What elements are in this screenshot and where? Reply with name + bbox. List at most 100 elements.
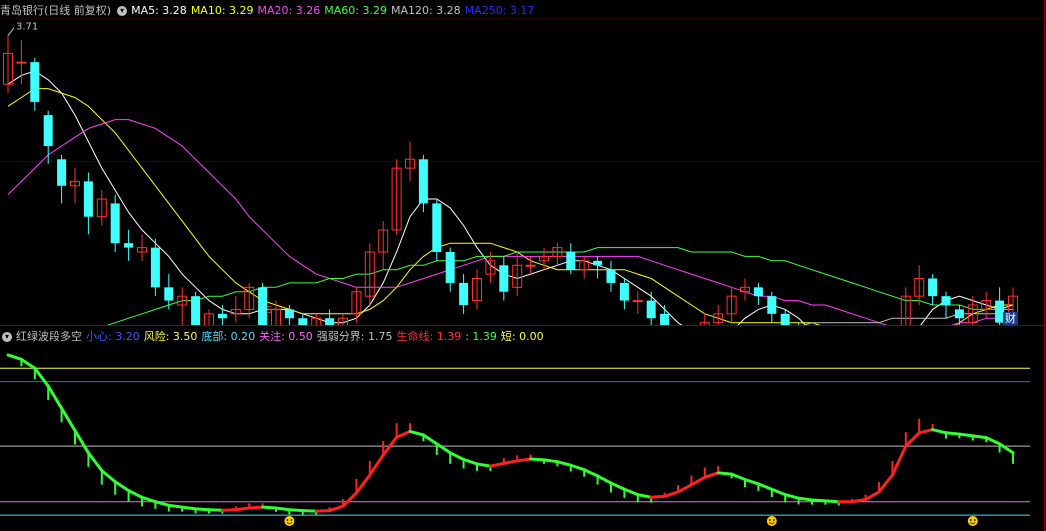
wave-segment — [140, 495, 157, 504]
wave-segment — [716, 471, 734, 476]
wave-segment — [6, 353, 23, 361]
wave-segment — [46, 384, 64, 410]
candle-body-down — [418, 159, 428, 204]
s-mark: S — [266, 305, 273, 316]
ma-line-ma10 — [7, 88, 1013, 325]
candle — [753, 282, 763, 305]
wave-segment — [890, 444, 908, 477]
wave-segment — [743, 478, 760, 486]
smiley-icon — [284, 516, 295, 526]
candle-body-down — [606, 269, 616, 283]
wave-segment — [502, 459, 519, 465]
candle-body-down — [217, 313, 227, 319]
wave-segment — [864, 490, 881, 502]
candle — [30, 57, 40, 111]
wave-segment — [153, 500, 171, 507]
candle — [660, 305, 670, 325]
candle — [70, 168, 80, 204]
candle — [338, 313, 348, 325]
wave-segment — [73, 429, 90, 455]
wave-segment — [247, 505, 265, 510]
candle — [3, 35, 13, 94]
candle — [593, 256, 603, 279]
wave-segment — [354, 473, 372, 495]
wave-segment — [261, 505, 278, 510]
smiley-face — [967, 516, 978, 526]
candle-body-down — [325, 318, 335, 325]
candle — [954, 305, 964, 325]
candle — [378, 221, 389, 270]
candle — [499, 256, 509, 301]
wave-segment — [783, 493, 801, 500]
wave-segment — [194, 507, 211, 512]
candle — [258, 282, 268, 325]
wave-segment — [515, 457, 533, 463]
indicator-chart[interactable] — [0, 326, 1046, 531]
high-price-label: 3.71 — [16, 22, 38, 33]
wave-segment — [609, 481, 626, 491]
candle — [445, 247, 455, 292]
smiley-eye — [290, 519, 293, 521]
smiley-eye — [286, 519, 289, 521]
candle — [512, 252, 523, 297]
wave-segment — [341, 491, 358, 508]
candle — [928, 274, 938, 305]
candle — [941, 291, 951, 319]
smiley-eye — [772, 519, 775, 521]
wave-segment — [60, 406, 77, 433]
smiley-eye — [973, 519, 976, 521]
candle-body-down — [124, 243, 134, 248]
wave-segment — [435, 442, 452, 455]
candle-body-down — [43, 115, 53, 147]
wave-segment — [274, 506, 291, 512]
candle — [191, 291, 201, 325]
ma-line-ma120 — [803, 313, 1013, 325]
wave-segment — [877, 473, 894, 494]
ma-line-ma20 — [7, 119, 1013, 325]
candle-body-down — [150, 247, 160, 288]
candle-body-down — [83, 181, 93, 217]
wave-segment — [770, 487, 787, 497]
candle — [391, 159, 402, 235]
wave-segment — [636, 493, 653, 499]
candle-body-down — [566, 252, 576, 270]
candle — [566, 243, 576, 275]
candle — [767, 291, 777, 323]
candle-body-down — [954, 309, 964, 319]
candle-body-down — [646, 300, 656, 319]
wave-segment — [931, 428, 948, 435]
wave-segment — [676, 483, 693, 494]
finance-badge[interactable]: 财 — [1003, 312, 1018, 325]
candle-body-down — [753, 287, 763, 297]
price-chart[interactable]: 3.713.19 — [0, 0, 1046, 325]
smiley-icon — [967, 516, 978, 526]
candle — [552, 243, 563, 266]
candle-body-down — [445, 252, 455, 283]
wave-segment — [555, 460, 573, 467]
candle-body-down — [660, 313, 670, 325]
candle — [967, 296, 978, 325]
candle — [124, 229, 134, 261]
candle — [579, 256, 590, 279]
wave-segment — [703, 471, 720, 479]
wave-segment — [408, 429, 425, 437]
candle — [740, 278, 750, 301]
wave-segment — [19, 357, 37, 370]
candle — [137, 234, 147, 261]
wave-segment — [395, 429, 412, 439]
smiley-face — [284, 516, 295, 526]
candle — [325, 309, 335, 325]
candle-body-up — [16, 61, 27, 64]
wave-segment — [797, 496, 814, 502]
wave-segment — [328, 504, 345, 513]
candle-body-down — [298, 318, 308, 325]
wave-segment — [462, 457, 479, 466]
candle — [432, 199, 442, 261]
candle — [150, 238, 160, 297]
wave-segment — [957, 432, 975, 438]
wave-segment — [998, 442, 1015, 455]
wave-segment — [649, 494, 667, 499]
wave-segment — [730, 472, 747, 481]
wave-segment — [287, 508, 305, 513]
candle-body-down — [619, 282, 629, 301]
